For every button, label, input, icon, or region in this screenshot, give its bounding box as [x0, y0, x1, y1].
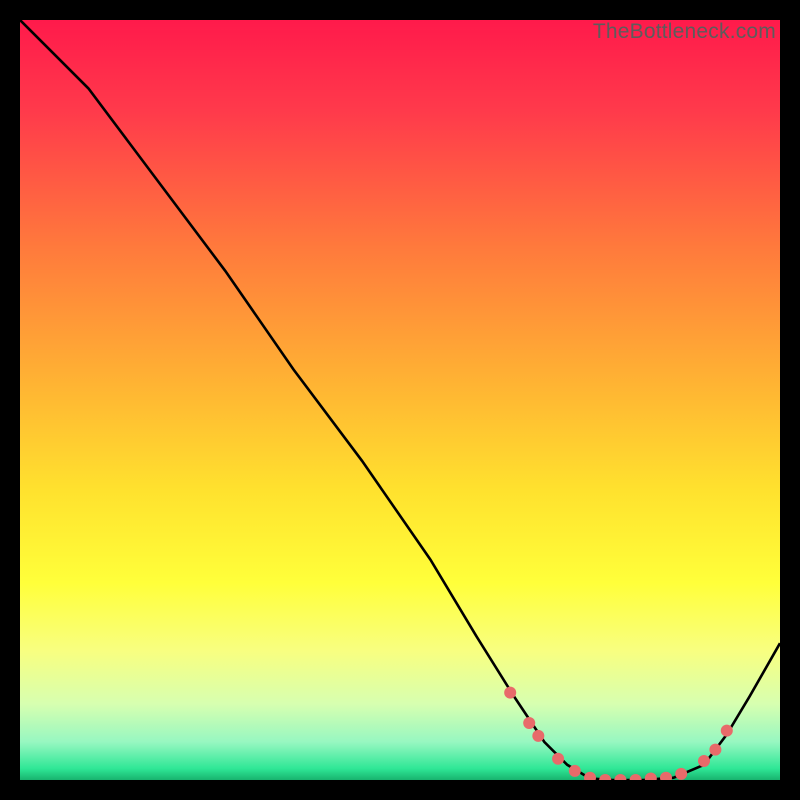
highlight-point: [504, 687, 516, 699]
chart-svg: [20, 20, 780, 780]
watermark-text: TheBottleneck.com: [593, 20, 776, 44]
highlight-point: [675, 768, 687, 780]
chart-frame: TheBottleneck.com: [20, 20, 780, 780]
chart-background: [20, 20, 780, 780]
highlight-point: [523, 717, 535, 729]
highlight-point: [721, 725, 733, 737]
highlight-point: [709, 744, 721, 756]
highlight-point: [698, 755, 710, 767]
highlight-point: [552, 753, 564, 765]
highlight-point: [569, 765, 581, 777]
highlight-point: [532, 730, 544, 742]
